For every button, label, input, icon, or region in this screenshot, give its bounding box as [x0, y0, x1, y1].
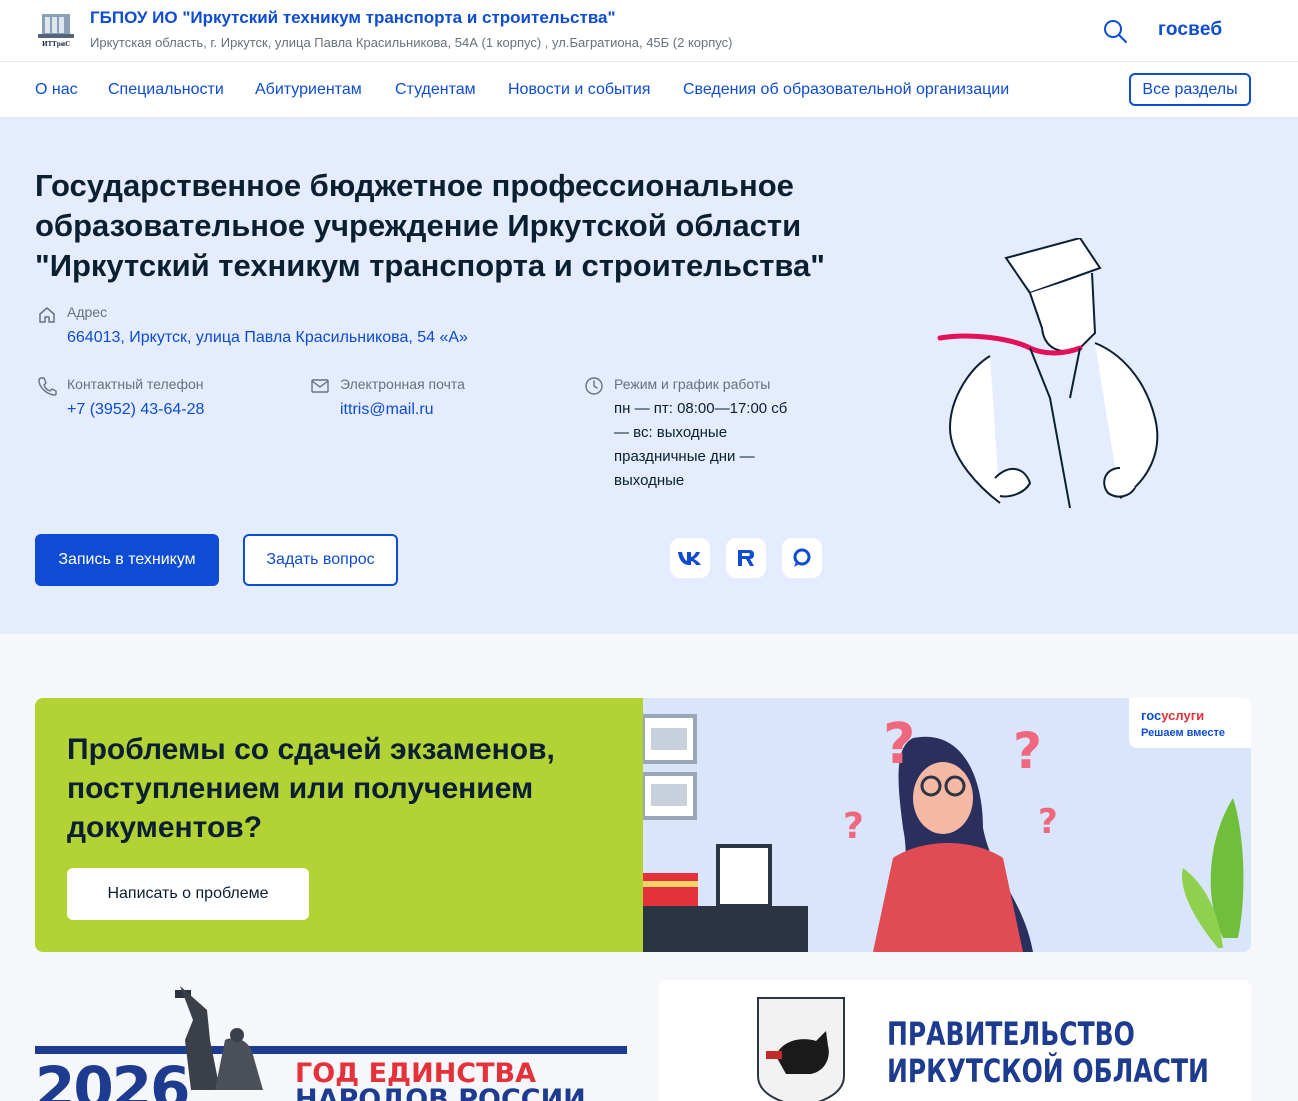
report-problem-button[interactable]: Написать о проблеме — [67, 868, 309, 920]
svg-text:?: ? — [1013, 722, 1042, 780]
all-sections-button[interactable]: Все разделы — [1129, 73, 1251, 106]
phone-icon — [38, 377, 57, 396]
year-of-unity-card[interactable]: 2026 ГОД ЕДИНСТВА НАРОДОВ РОССИИ — [35, 980, 627, 1101]
search-icon[interactable] — [1102, 18, 1128, 44]
gosuslugi-subtitle: Решаем вместе — [1141, 727, 1225, 739]
hero-title: Государственное бюджетное профессиональн… — [35, 168, 825, 283]
mail-icon — [311, 379, 329, 393]
address-value[interactable]: 664013, Иркутск, улица Павла Красильнико… — [67, 329, 468, 347]
year-number: 2026 — [35, 1054, 190, 1101]
address-label: Адрес — [67, 304, 108, 320]
org-title[interactable]: ГБПОУ ИО "Иркутский техникум транспорта … — [90, 8, 616, 28]
nav-item-applicants[interactable]: Абитуриентам — [255, 81, 362, 99]
email-label: Электронная почта — [340, 376, 465, 392]
irkutsk-coat-of-arms-icon — [757, 997, 845, 1101]
nav-item-specialties[interactable]: Специальности — [108, 81, 224, 99]
ask-question-button[interactable]: Задать вопрос — [243, 534, 398, 586]
email-value[interactable]: ittris@mail.ru — [340, 401, 434, 419]
schedule-label: Режим и график работы — [614, 376, 771, 392]
home-icon — [39, 307, 55, 323]
svg-text:?: ? — [1038, 802, 1058, 842]
rutube-icon[interactable] — [726, 538, 766, 578]
nav-item-students[interactable]: Студентам — [395, 81, 476, 99]
phone-label: Контактный телефон — [67, 376, 204, 392]
vk-icon[interactable] — [670, 538, 710, 578]
irkutsk-government-card[interactable]: ПРАВИТЕЛЬСТВО ИРКУТСКОЙ ОБЛАСТИ — [659, 980, 1251, 1101]
nav-item-about[interactable]: О нас — [35, 81, 78, 99]
max-icon[interactable] — [782, 538, 822, 578]
enroll-button[interactable]: Запись в техникум — [35, 534, 219, 586]
banner-illustration-panel: ? ? ? ? госуслуги Решаем вместе — [641, 698, 1251, 952]
nav-item-news[interactable]: Новости и события — [508, 81, 650, 99]
site-header: ИТТриС ГБПОУ ИО "Иркутский техникум тран… — [0, 0, 1298, 62]
banner-text-panel: Проблемы со сдачей экзаменов, поступлени… — [35, 698, 643, 952]
college-logo[interactable]: ИТТриС — [36, 10, 76, 50]
banner-title: Проблемы со сдачей экзаменов, поступлени… — [67, 733, 555, 844]
irkutsk-government-title: ПРАВИТЕЛЬСТВО ИРКУТСКОЙ ОБЛАСТИ — [887, 1015, 1209, 1090]
gosuslugi-badge[interactable]: госуслуги Решаем вместе — [1129, 698, 1251, 748]
clock-icon — [585, 377, 603, 395]
svg-text:?: ? — [883, 712, 915, 777]
gosuslugi-logo: госуслуги — [1141, 708, 1205, 723]
schedule-value: пн — пт: 08:00—17:00 сб — вс: выходные п… — [614, 400, 788, 489]
phone-value[interactable]: +7 (3952) 43-64-28 — [67, 401, 204, 419]
hero-section: Государственное бюджетное профессиональн… — [0, 118, 1298, 634]
year-title-line2: НАРОДОВ РОССИИ — [295, 1084, 586, 1101]
gosuslugi-banner: Проблемы со сдачей экзаменов, поступлени… — [35, 698, 1251, 952]
org-address: Иркутская область, г. Иркутск, улица Пав… — [90, 35, 733, 50]
main-nav: О нас Специальности Абитуриентам Студент… — [0, 62, 1298, 118]
svg-text:?: ? — [843, 806, 864, 847]
nav-item-org-info[interactable]: Сведения об образовательной организации — [683, 81, 1009, 99]
logo-caption: ИТТриС — [42, 41, 70, 48]
gosweb-logo[interactable]: госвеб — [1158, 19, 1222, 41]
graduate-illustration — [937, 238, 1159, 509]
